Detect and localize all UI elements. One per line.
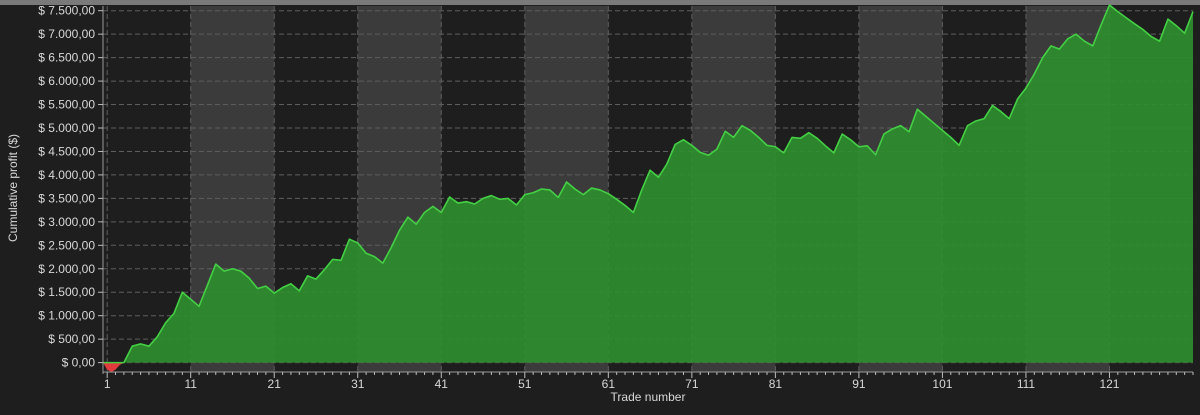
y-tick-label: $ 0,00 bbox=[62, 356, 96, 370]
x-tick-label: 11 bbox=[184, 377, 197, 391]
y-tick-label: $ 6.000,00 bbox=[38, 74, 95, 88]
x-tick-label: 31 bbox=[351, 377, 365, 391]
y-tick-label: $ 7.000,00 bbox=[38, 27, 95, 41]
y-tick-label: $ 7.500,00 bbox=[38, 4, 95, 18]
x-tick-label: 91 bbox=[852, 377, 866, 391]
x-tick-label: 81 bbox=[769, 377, 783, 391]
x-tick-label: 121 bbox=[1099, 377, 1119, 391]
x-axis-label: Trade number bbox=[611, 390, 686, 404]
y-tick-label: $ 5.500,00 bbox=[38, 98, 95, 112]
cumulative-profit-chart: $ 0,00 $ 500,00 $ 1.000,00 $ 1.500,00 $ 2.00… bbox=[0, 0, 1200, 410]
y-axis-label: Cumulative profit ($) bbox=[6, 134, 20, 242]
x-tick-label: 61 bbox=[602, 377, 616, 391]
x-tick-label: 1 bbox=[104, 377, 111, 391]
y-tick-label: $ 6.500,00 bbox=[38, 51, 95, 65]
y-tick-label: $ 3.500,00 bbox=[38, 191, 95, 205]
y-tick-label: $ 5.000,00 bbox=[38, 121, 95, 135]
x-tick-label: 71 bbox=[685, 377, 699, 391]
y-tick-label: $ 1.500,00 bbox=[38, 285, 95, 299]
y-tick-label: $ 2.000,00 bbox=[38, 262, 95, 276]
x-tick-label: 41 bbox=[435, 377, 449, 391]
y-tick-label: $ 4.000,00 bbox=[38, 168, 95, 182]
y-tick-label: $ 500,00 bbox=[48, 332, 95, 346]
y-tick-label: $ 4.500,00 bbox=[38, 144, 95, 158]
x-tick-label: 111 bbox=[1017, 377, 1036, 391]
y-tick-label: $ 1.000,00 bbox=[38, 309, 95, 323]
y-tick-label: $ 3.000,00 bbox=[38, 215, 95, 229]
chart-svg: $ 0,00 $ 500,00 $ 1.000,00 $ 1.500,00 $ 2.00… bbox=[0, 0, 1200, 410]
x-tick-label: 21 bbox=[268, 377, 282, 391]
y-tick-label: $ 2.500,00 bbox=[38, 238, 95, 252]
x-tick-label: 51 bbox=[518, 377, 532, 391]
top-header-strip bbox=[0, 0, 1200, 5]
x-tick-label: 101 bbox=[932, 377, 952, 391]
